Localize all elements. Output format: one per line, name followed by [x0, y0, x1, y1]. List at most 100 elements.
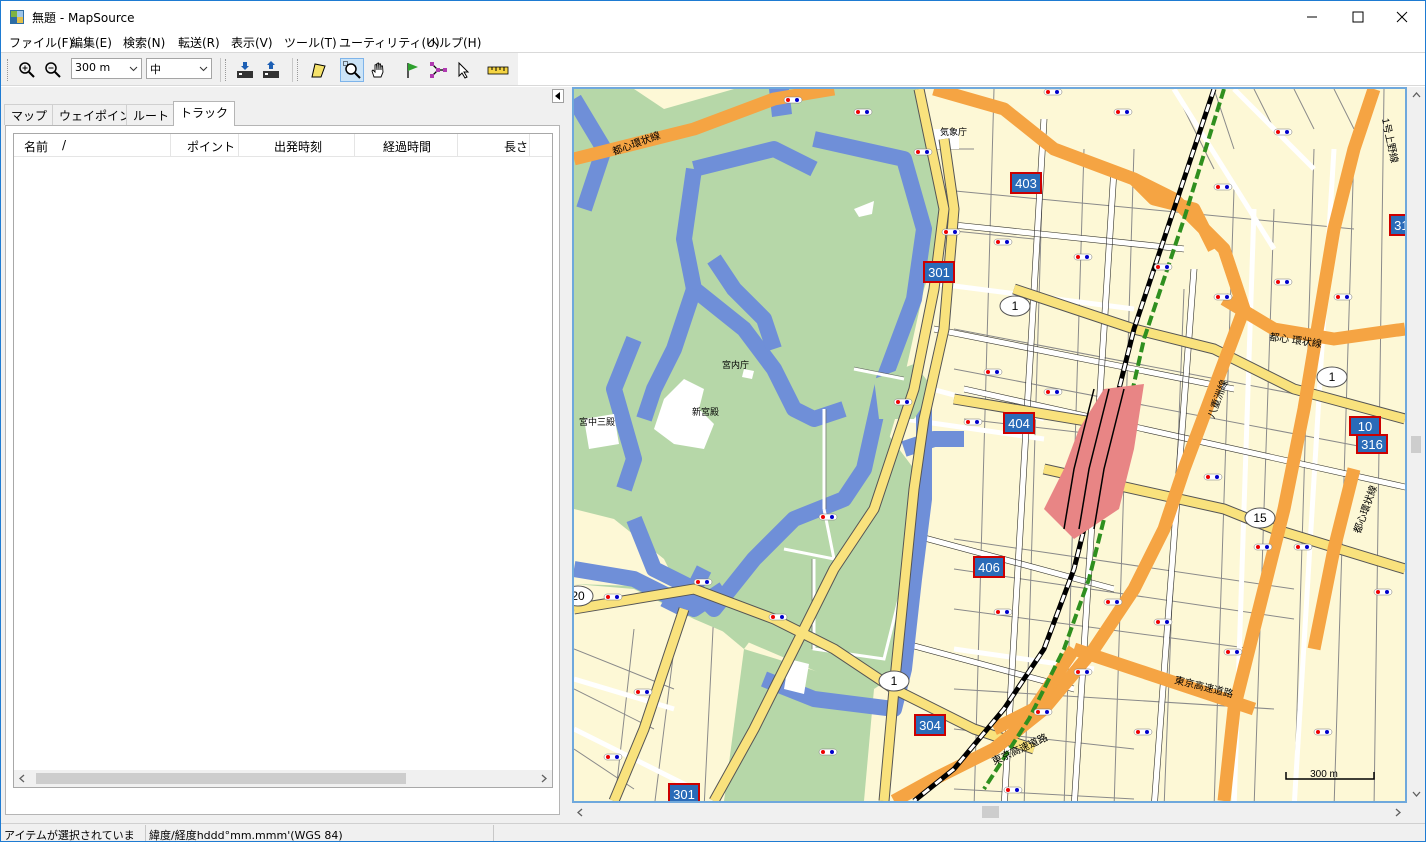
- window-title: 無題 - MapSource: [32, 11, 135, 25]
- menu-tools[interactable]: ツール(T): [284, 34, 337, 51]
- shield-301: 301: [928, 265, 950, 280]
- track-list-header: 名前 / ポイント 出発時刻 経過時間 長さ: [14, 134, 552, 157]
- map-tool-icon: [311, 63, 326, 78]
- toolbar-separator: [220, 58, 221, 82]
- route-tool-button[interactable]: [426, 58, 450, 82]
- scroll-down-icon[interactable]: [1412, 790, 1421, 798]
- title-bar: 無題 - MapSource: [1, 1, 1425, 32]
- scroll-left-icon[interactable]: [18, 774, 26, 783]
- tab-routes-label: ルート: [133, 109, 170, 123]
- zoom-in-icon: [19, 62, 35, 78]
- route-tool-icon: [430, 62, 447, 78]
- map-tool-button[interactable]: [306, 58, 330, 82]
- map-vertical-thumb[interactable]: [1411, 436, 1421, 453]
- hand-tool-button[interactable]: [366, 58, 390, 82]
- menu-edit[interactable]: 編集(E): [71, 34, 112, 51]
- map-canvas: 403 301 404 406 304 301 10 316 316: [574, 89, 1405, 801]
- minimize-button[interactable]: [1289, 1, 1335, 32]
- tab-panel: 名前 / ポイント 出発時刻 経過時間 長さ: [5, 125, 560, 815]
- toolbar: 300 m 中: [1, 52, 1425, 86]
- receive-from-device-icon: [237, 62, 253, 78]
- column-divider[interactable]: [457, 134, 458, 157]
- column-start-time[interactable]: 出発時刻: [274, 138, 322, 155]
- toolbar-grip[interactable]: [297, 59, 300, 81]
- collapse-pane-button[interactable]: [552, 89, 564, 103]
- shield-316: 316: [1361, 437, 1383, 452]
- badge-route-15: 15: [1253, 511, 1267, 525]
- toolbar-grip[interactable]: [7, 59, 10, 81]
- mapsource-window: 無題 - MapSource ファイル(F) 編集(E) 検索(N) 転送(R)…: [0, 0, 1426, 842]
- zoom-scale-select[interactable]: 300 m: [71, 58, 142, 79]
- toolbar-empty-area: [518, 53, 1425, 85]
- maximize-button[interactable]: [1335, 1, 1381, 32]
- map-view[interactable]: 403 301 404 406 304 301 10 316 316: [572, 87, 1407, 803]
- menu-view[interactable]: 表示(V): [231, 34, 273, 51]
- zoom-in-button[interactable]: [15, 58, 39, 82]
- label-kishocho: 気象庁: [940, 126, 967, 137]
- shield-403: 403: [1015, 176, 1037, 191]
- close-icon: [1396, 11, 1408, 22]
- sort-indicator: /: [62, 138, 67, 152]
- tab-routes[interactable]: ルート: [126, 104, 177, 125]
- minimize-icon: [1307, 16, 1317, 17]
- column-points[interactable]: ポイント: [187, 138, 235, 155]
- status-coordinates: 緯度/経度hddd°mm.mmm'(WGS 84): [146, 825, 494, 841]
- badge-route-1-south: 1: [891, 674, 898, 688]
- shield-316-north: 316: [1394, 218, 1405, 233]
- distance-tool-button[interactable]: [486, 58, 510, 82]
- column-length[interactable]: 長さ: [504, 138, 528, 155]
- scroll-left-icon[interactable]: [576, 808, 584, 817]
- badge-route-1: 1: [1012, 299, 1019, 313]
- close-button[interactable]: [1379, 1, 1425, 32]
- shield-301-south: 301: [673, 787, 695, 801]
- map-horizontal-scrollbar[interactable]: [572, 803, 1407, 821]
- toolbar-grip[interactable]: [225, 59, 228, 81]
- scroll-right-icon[interactable]: [540, 774, 548, 783]
- distance-tool-icon: [487, 66, 509, 75]
- select-tool-icon: [458, 61, 470, 79]
- zoom-tool-button[interactable]: [340, 58, 364, 82]
- column-divider[interactable]: [238, 134, 239, 157]
- map-horizontal-thumb[interactable]: [982, 806, 999, 818]
- tab-tracks[interactable]: トラック: [173, 101, 236, 126]
- status-selection-text: アイテムが選択されていません: [4, 829, 135, 842]
- map-vertical-scrollbar[interactable]: [1407, 87, 1425, 803]
- chevron-down-icon: [129, 66, 138, 72]
- toolbar-separator: [292, 58, 293, 82]
- menu-utility[interactable]: ユーティリティ(U): [339, 34, 440, 51]
- detail-level-select[interactable]: 中: [146, 58, 212, 79]
- label-shinkyuden: 新宮殿: [692, 406, 719, 417]
- receive-from-device-button[interactable]: [233, 58, 257, 82]
- zoom-out-button[interactable]: [41, 58, 65, 82]
- app-icon: [10, 10, 24, 24]
- column-divider[interactable]: [529, 134, 530, 157]
- column-divider[interactable]: [354, 134, 355, 157]
- column-divider[interactable]: [170, 134, 171, 157]
- chevron-left-icon: [555, 92, 560, 100]
- waypoint-tool-button[interactable]: [400, 58, 424, 82]
- scroll-right-icon[interactable]: [1394, 808, 1402, 817]
- status-bar: アイテムが選択されていません 緯度/経度hddd°mm.mmm'(WGS 84): [1, 823, 1425, 842]
- menu-search[interactable]: 検索(N): [123, 34, 165, 51]
- menu-transfer[interactable]: 転送(R): [178, 34, 220, 51]
- tab-map[interactable]: マップ: [4, 104, 55, 125]
- track-list[interactable]: 名前 / ポイント 出発時刻 経過時間 長さ: [13, 133, 553, 788]
- list-scrollbar-thumb[interactable]: [36, 773, 406, 784]
- column-elapsed-time[interactable]: 経過時間: [383, 138, 431, 155]
- shield-10: 10: [1358, 419, 1372, 434]
- menu-file[interactable]: ファイル(F): [9, 34, 73, 51]
- list-horizontal-scrollbar[interactable]: [14, 770, 552, 787]
- select-tool-button[interactable]: [452, 58, 476, 82]
- send-to-device-icon: [263, 61, 279, 78]
- tab-tracks-label: トラック: [180, 106, 229, 120]
- column-name[interactable]: 名前: [24, 138, 48, 155]
- badge-route-1-east: 1: [1329, 370, 1336, 384]
- scroll-up-icon[interactable]: [1412, 91, 1421, 99]
- send-to-device-button[interactable]: [259, 58, 283, 82]
- label-kunaicho: 宮内庁: [722, 359, 749, 370]
- shield-304: 304: [919, 718, 941, 733]
- zoom-scale-value: 300 m: [75, 61, 111, 74]
- map-frame: 403 301 404 406 304 301 10 316 316: [572, 87, 1425, 823]
- menu-help[interactable]: ヘルプ(H): [427, 34, 481, 51]
- chevron-down-icon: [199, 66, 208, 72]
